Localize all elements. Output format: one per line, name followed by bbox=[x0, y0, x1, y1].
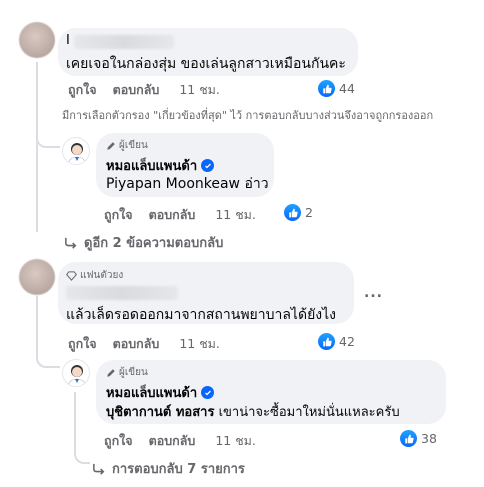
reply-text-row: บุชิตากานต์ ทอสาร เขาน่าจะซื้อมาใหม่นั่น… bbox=[106, 401, 400, 422]
author-badge-label: ผู้เขียน bbox=[119, 367, 148, 378]
like-reaction-icon bbox=[318, 80, 335, 97]
view-more-replies-link[interactable]: การตอบกลับ 7 รายการ bbox=[92, 458, 245, 479]
author-badge: ผู้เขียน bbox=[106, 365, 148, 380]
reply-mention[interactable]: บุชิตากานต์ ทอสาร bbox=[106, 405, 214, 420]
verified-badge-icon bbox=[201, 386, 215, 399]
reply-time[interactable]: 11 ชม. bbox=[215, 431, 256, 451]
comment-bubble: แฟนตัวยง แล้วเล็ดรอดออกมาจากสถานพยาบาลได… bbox=[58, 262, 354, 324]
reaction-summary[interactable]: 42 bbox=[318, 333, 355, 350]
author-pen-icon bbox=[107, 141, 115, 150]
reaction-summary[interactable]: 38 bbox=[400, 430, 437, 447]
panda-doctor-avatar-icon bbox=[67, 365, 87, 386]
reply-actions: ถูกใจ ตอบกลับ 11 ชม. bbox=[104, 205, 256, 225]
view-more-replies-label: ดูอีก 2 ข้อความตอบกลับ bbox=[84, 236, 224, 251]
commenter-avatar[interactable] bbox=[19, 259, 55, 295]
thread-curve bbox=[74, 448, 90, 464]
like-action[interactable]: ถูกใจ bbox=[104, 205, 133, 225]
reaction-count: 38 bbox=[421, 431, 437, 446]
reply-time[interactable]: 11 ชม. bbox=[215, 205, 256, 225]
reply-actions: ถูกใจ ตอบกลับ 11 ชม. bbox=[104, 431, 256, 451]
reply-action[interactable]: ตอบกลับ bbox=[113, 80, 160, 100]
thread-curve bbox=[36, 128, 60, 148]
comment-time[interactable]: 11 ชม. bbox=[179, 80, 220, 100]
diamond-fan-icon bbox=[66, 270, 77, 281]
like-action[interactable]: ถูกใจ bbox=[68, 80, 97, 100]
reply-text-row: Piyapan Moonkeaw อ่าว bbox=[106, 173, 269, 195]
comment-actions: ถูกใจ ตอบกลับ 11 ชม. bbox=[68, 80, 220, 100]
thread-curve bbox=[36, 350, 60, 368]
like-action[interactable]: ถูกใจ bbox=[104, 431, 133, 451]
author-avatar[interactable] bbox=[62, 359, 90, 387]
comment-text: แล้วเล็ดรอดออกมาจากสถานพยาบาลได้ยังไง bbox=[66, 307, 336, 323]
thread-line bbox=[36, 62, 38, 232]
like-action[interactable]: ถูกใจ bbox=[68, 334, 97, 354]
author-badge: ผู้เขียน bbox=[106, 138, 148, 153]
comment-author-name-blurred bbox=[66, 286, 178, 300]
reply-action[interactable]: ตอบกลับ bbox=[149, 431, 196, 451]
comment-time[interactable]: 11 ชม. bbox=[179, 334, 220, 354]
author-avatar[interactable] bbox=[62, 137, 90, 165]
fan-badge: แฟนตัวยง bbox=[66, 268, 123, 283]
reply-text: อ่าว bbox=[244, 176, 269, 192]
comment-author-name-blurred bbox=[74, 35, 174, 49]
verified-badge-icon bbox=[201, 159, 215, 172]
reaction-summary[interactable]: 44 bbox=[318, 80, 355, 97]
more-options-button[interactable]: ... bbox=[364, 285, 383, 301]
reply-arrow-icon bbox=[93, 463, 105, 475]
reply-author-name[interactable]: หมอแล็บแพนด้า bbox=[106, 382, 197, 403]
reply-action[interactable]: ตอบกลับ bbox=[149, 205, 196, 225]
view-more-replies-link[interactable]: ดูอีก 2 ข้อความตอบกลับ bbox=[64, 232, 223, 253]
reply-arrow-icon bbox=[65, 237, 77, 249]
panda-doctor-avatar-icon bbox=[67, 143, 87, 164]
commenter-avatar[interactable] bbox=[19, 22, 55, 58]
like-reaction-icon bbox=[400, 430, 417, 447]
reply-author-row: หมอแล็บแพนด้า bbox=[106, 382, 215, 403]
comment-actions: ถูกใจ ตอบกลับ 11 ชม. bbox=[68, 334, 220, 354]
reply-action[interactable]: ตอบกลับ bbox=[113, 334, 160, 354]
like-reaction-icon bbox=[318, 333, 335, 350]
reply-bubble: ผู้เขียน หมอแล็บแพนด้า Piyapan Moonkeaw … bbox=[96, 133, 274, 197]
reaction-count: 44 bbox=[339, 81, 355, 96]
comment-bubble: I เคยเจอในกล่องสุ่ม ของเล่นลูกสาวเหมือนก… bbox=[58, 28, 358, 76]
comment-author-initial[interactable]: I bbox=[66, 33, 70, 48]
reply-text: เขาน่าจะซื้อมาใหม่นั่นแหละครับ bbox=[218, 405, 400, 420]
thread-line bbox=[74, 392, 76, 448]
comment-text: เคยเจอในกล่องสุ่ม ของเล่นลูกสาวเหมือนกัน… bbox=[66, 56, 346, 72]
reaction-count: 42 bbox=[339, 334, 355, 349]
reply-bubble: ผู้เขียน หมอแล็บแพนด้า บุชิตากานต์ ทอสาร… bbox=[96, 360, 446, 424]
reaction-count: 2 bbox=[305, 205, 313, 220]
view-more-replies-label: การตอบกลับ 7 รายการ bbox=[112, 462, 245, 477]
reaction-summary[interactable]: 2 bbox=[284, 204, 313, 221]
author-badge-label: ผู้เขียน bbox=[119, 140, 148, 151]
filter-notice: มีการเลือกตัวกรอง "เกี่ยวข้องที่สุด" ไว้… bbox=[62, 109, 434, 122]
reply-mention[interactable]: Piyapan Moonkeaw bbox=[106, 176, 240, 192]
like-reaction-icon bbox=[284, 204, 301, 221]
fan-badge-label: แฟนตัวยง bbox=[80, 270, 124, 281]
author-pen-icon bbox=[107, 368, 115, 377]
thread-line bbox=[36, 296, 38, 356]
